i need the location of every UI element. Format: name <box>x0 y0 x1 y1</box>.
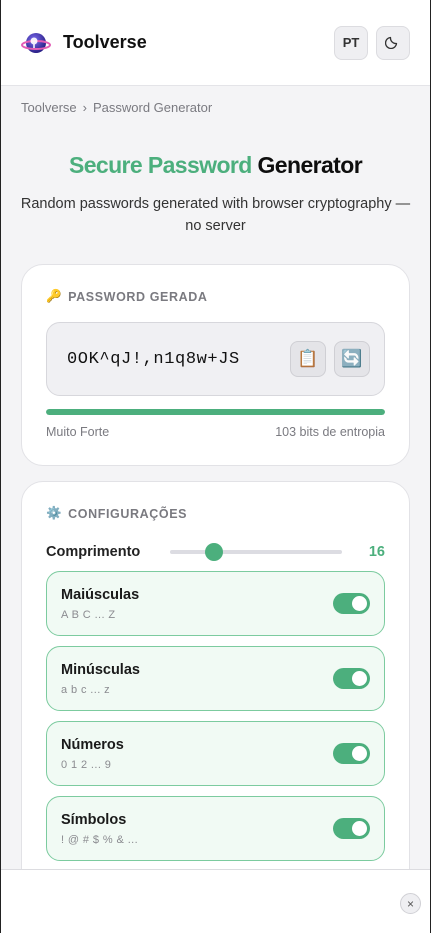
option-symbols[interactable]: Símbolos ! @ # $ % & ... <box>46 796 385 861</box>
planet-logo-icon[interactable] <box>21 28 51 58</box>
breadcrumb-home-link[interactable]: Toolverse <box>21 100 77 115</box>
strength-info: Muito Forte 103 bits de entropia <box>46 425 385 439</box>
symbols-toggle[interactable] <box>333 818 370 839</box>
page-title: Secure Password Generator <box>1 152 430 179</box>
toggle-knob <box>352 596 367 611</box>
brand-name[interactable]: Toolverse <box>63 32 147 53</box>
breadcrumb-separator: › <box>82 100 87 115</box>
page-title-highlight: Secure Password <box>68 152 252 178</box>
key-icon: 🔑 <box>46 289 63 303</box>
password-card-label: 🔑 PASSWORD GERADA <box>46 289 385 304</box>
uppercase-toggle[interactable] <box>333 593 370 614</box>
theme-toggle-button[interactable] <box>376 25 410 60</box>
generated-password[interactable]: 0OK^qJ!,n1q8w+JS <box>67 350 282 369</box>
hero: Secure Password Generator Random passwor… <box>1 126 430 237</box>
settings-card-title: CONFIGURAÇÕES <box>68 506 188 521</box>
option-title: Maiúsculas <box>61 586 140 603</box>
bottom-banner: × <box>1 869 430 933</box>
settings-card-label: ⚙️ CONFIGURAÇÕES <box>46 506 385 521</box>
strength-label: Muito Forte <box>46 425 110 439</box>
strength-bar <box>46 409 385 415</box>
length-slider[interactable] <box>170 543 342 561</box>
option-uppercase[interactable]: Maiúsculas A B C ... Z <box>46 571 385 636</box>
copy-button[interactable]: 📋 <box>290 341 326 377</box>
password-card: 🔑 PASSWORD GERADA 0OK^qJ!,n1q8w+JS 📋 🔄 M… <box>21 264 410 466</box>
breadcrumb-current: Password Generator <box>92 100 213 115</box>
option-description: a b c ... z <box>61 683 111 696</box>
length-control: Comprimento 16 <box>46 543 385 561</box>
refresh-icon: 🔄 <box>341 349 363 368</box>
toggle-knob <box>352 746 367 761</box>
close-banner-button[interactable]: × <box>400 893 421 914</box>
option-numbers[interactable]: Números 0 1 2 ... 9 <box>46 721 385 786</box>
length-value: 16 <box>368 544 385 560</box>
breadcrumb: Toolverse › Password Generator <box>1 86 430 126</box>
gear-icon: ⚙️ <box>46 506 63 520</box>
option-description: ! @ # $ % & ... <box>61 833 139 846</box>
lowercase-toggle[interactable] <box>333 668 370 689</box>
clipboard-icon: 📋 <box>297 349 319 368</box>
numbers-toggle[interactable] <box>333 743 370 764</box>
page-subtitle: Random passwords generated with browser … <box>20 196 411 234</box>
option-title: Símbolos <box>61 811 127 828</box>
entropy-label: 103 bits de entropia <box>275 425 385 439</box>
page-title-rest: Generator <box>257 152 363 178</box>
app-header: Toolverse PT <box>1 0 430 86</box>
password-display: 0OK^qJ!,n1q8w+JS 📋 🔄 <box>46 322 385 396</box>
length-label: Comprimento <box>46 544 141 560</box>
option-description: 0 1 2 ... 9 <box>61 758 112 771</box>
slider-thumb[interactable] <box>205 543 224 561</box>
settings-card: ⚙️ CONFIGURAÇÕES Comprimento 16 Maiúscul… <box>21 481 410 901</box>
regenerate-button[interactable]: 🔄 <box>334 341 370 377</box>
language-button[interactable]: PT <box>334 25 368 60</box>
option-lowercase[interactable]: Minúsculas a b c ... z <box>46 646 385 711</box>
option-description: A B C ... Z <box>61 608 116 621</box>
toggle-knob <box>352 671 367 686</box>
slider-track <box>170 550 342 554</box>
option-title: Minúsculas <box>61 661 140 678</box>
moon-icon <box>384 33 401 52</box>
option-title: Números <box>61 736 124 753</box>
strength-bar-fill <box>46 409 385 415</box>
close-icon: × <box>406 896 414 911</box>
password-card-title: PASSWORD GERADA <box>68 289 208 304</box>
header-actions: PT <box>334 25 410 60</box>
toggle-knob <box>352 821 367 836</box>
